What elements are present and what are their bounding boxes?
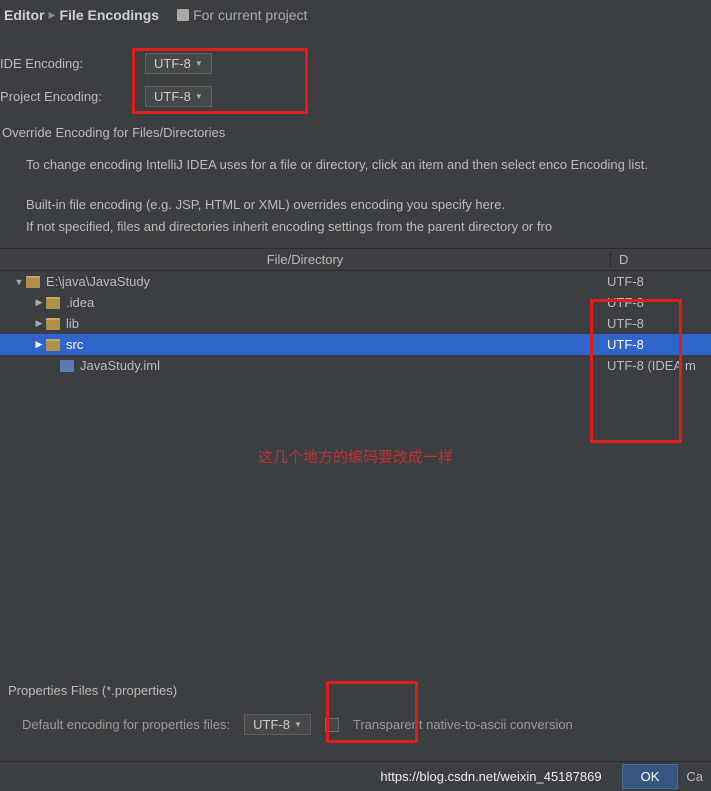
project-encoding-label: Project Encoding:: [0, 89, 145, 104]
project-icon: [177, 9, 189, 21]
properties-section-title: Properties Files (*.properties): [8, 683, 703, 714]
table-row[interactable]: ▶ .idea UTF-8: [0, 292, 711, 313]
tree-item-encoding[interactable]: UTF-8 (IDEA m: [599, 358, 711, 373]
watermark-text: https://blog.csdn.net/weixin_45187869: [380, 769, 601, 784]
folder-icon: [46, 318, 60, 330]
help-paragraph-2b: If not specified, files and directories …: [26, 216, 707, 238]
ide-encoding-dropdown[interactable]: UTF-8 ▼: [145, 53, 212, 74]
expand-arrow-right-icon[interactable]: ▶: [34, 339, 44, 350]
file-icon: [60, 360, 74, 372]
table-row[interactable]: ▶ lib UTF-8: [0, 313, 711, 334]
ide-encoding-label: IDE Encoding:: [0, 56, 145, 71]
for-current-project-label: For current project: [193, 7, 307, 23]
table-row[interactable]: ▼ E:\java\JavaStudy UTF-8: [0, 271, 711, 292]
breadcrumb: Editor ▸ File Encodings For current proj…: [0, 0, 711, 29]
tree-item-label: .idea: [66, 295, 94, 310]
transparent-conversion-checkbox[interactable]: [325, 718, 339, 732]
annotation-text: 这几个地方的编码要改成一样: [0, 376, 711, 467]
properties-encoding-label: Default encoding for properties files:: [22, 717, 230, 732]
chevron-down-icon: ▼: [294, 720, 302, 729]
encoding-table: File/Directory D ▼ E:\java\JavaStudy UTF-8…: [0, 248, 711, 376]
help-paragraph-1: To change encoding IntelliJ IDEA uses fo…: [26, 154, 707, 176]
column-default-encoding[interactable]: D: [611, 252, 711, 267]
tree-item-encoding[interactable]: UTF-8: [599, 316, 711, 331]
chevron-down-icon: ▼: [195, 59, 203, 68]
tree-item-label: src: [66, 337, 83, 352]
breadcrumb-file-encodings: File Encodings: [59, 7, 159, 23]
expand-arrow-right-icon[interactable]: ▶: [34, 318, 44, 329]
tree-item-label: JavaStudy.iml: [80, 358, 160, 373]
help-text: To change encoding IntelliJ IDEA uses fo…: [0, 146, 711, 246]
tree-rows: ▼ E:\java\JavaStudy UTF-8 ▶ .idea UTF-8 ▶ lib UT…: [0, 271, 711, 376]
table-header: File/Directory D: [0, 249, 711, 271]
override-section-title: Override Encoding for Files/Directories: [0, 113, 711, 146]
table-row[interactable]: JavaStudy.iml UTF-8 (IDEA m: [0, 355, 711, 376]
tree-item-label: lib: [66, 316, 79, 331]
folder-icon: [46, 339, 60, 351]
tree-item-encoding[interactable]: UTF-8: [599, 337, 711, 352]
tree-item-encoding[interactable]: UTF-8: [599, 295, 711, 310]
folder-icon: [26, 276, 40, 288]
ok-button[interactable]: OK: [622, 764, 679, 789]
chevron-right-icon: ▸: [48, 6, 55, 23]
transparent-conversion-label: Transparent native-to-ascii conversion: [353, 717, 573, 732]
table-row[interactable]: ▶ src UTF-8: [0, 334, 711, 355]
expand-arrow-right-icon[interactable]: ▶: [34, 297, 44, 308]
tree-item-encoding[interactable]: UTF-8: [599, 274, 711, 289]
project-encoding-dropdown[interactable]: UTF-8 ▼: [145, 86, 212, 107]
properties-encoding-dropdown[interactable]: UTF-8 ▼: [244, 714, 311, 735]
project-encoding-value: UTF-8: [154, 89, 191, 104]
folder-icon: [46, 297, 60, 309]
properties-encoding-value: UTF-8: [253, 717, 290, 732]
help-paragraph-2a: Built-in file encoding (e.g. JSP, HTML o…: [26, 194, 707, 216]
breadcrumb-editor[interactable]: Editor: [4, 7, 44, 23]
chevron-down-icon: ▼: [195, 92, 203, 101]
tree-item-label: E:\java\JavaStudy: [46, 274, 150, 289]
cancel-button[interactable]: Ca: [678, 765, 711, 788]
column-file-directory[interactable]: File/Directory: [0, 252, 611, 267]
footer: https://blog.csdn.net/weixin_45187869 OK…: [0, 761, 711, 791]
expand-arrow-down-icon[interactable]: ▼: [14, 277, 24, 287]
ide-encoding-value: UTF-8: [154, 56, 191, 71]
